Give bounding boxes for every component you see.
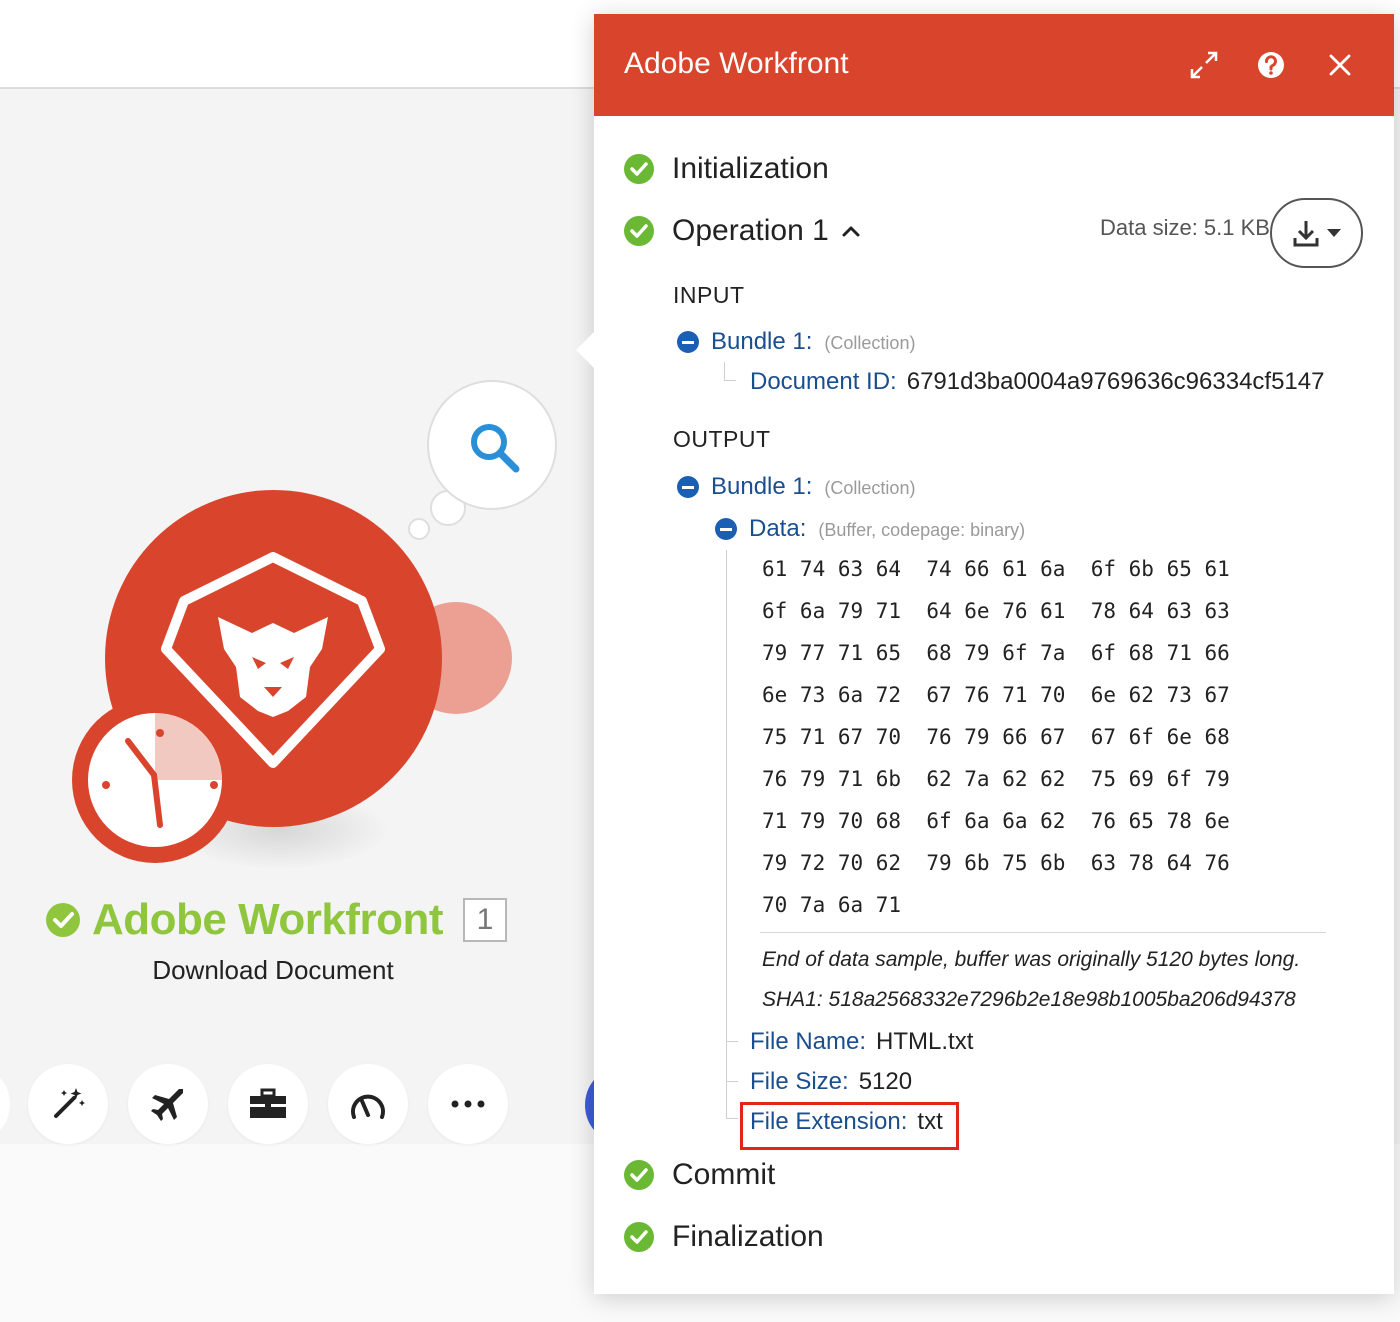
stage-label: Finalization (672, 1220, 824, 1253)
field-document-id: Document ID: 6791d3ba0004a9769636c96334c… (750, 368, 1324, 396)
check-circle-icon (624, 216, 654, 246)
field-value: 5120 (858, 1068, 913, 1095)
clock-face (88, 713, 222, 847)
stage-label: Commit (672, 1158, 776, 1191)
data-type: (Buffer, codepage: binary) (818, 520, 1026, 540)
hex-line: 75 71 67 70 76 79 66 67 67 6f 6e 68 (762, 725, 1230, 749)
stage-label: Operation 1 (672, 214, 829, 247)
hex-line: 79 77 71 65 68 79 6f 7a 6f 68 71 66 (762, 641, 1230, 665)
data-sample-note: End of data sample, buffer was originall… (762, 948, 1301, 971)
bundle-type: (Collection) (824, 333, 916, 353)
field-key: File Size: (750, 1068, 849, 1095)
execution-inspector-panel: Adobe Workfront Initialization Operation… (576, 14, 1394, 1294)
check-circle-icon (624, 1222, 654, 1252)
toolbox-button[interactable] (228, 1064, 308, 1144)
bundle-type: (Collection) (824, 478, 916, 498)
magic-wand-button[interactable] (28, 1064, 108, 1144)
hex-line: 71 79 70 68 6f 6a 6a 62 76 65 78 6e (762, 809, 1230, 833)
input-heading: INPUT (673, 282, 745, 308)
chevron-up-icon[interactable] (841, 224, 861, 238)
module-subtitle: Download Document (152, 955, 394, 985)
tree-line (724, 362, 725, 380)
collapse-icon[interactable] (677, 331, 699, 353)
help-icon (1258, 52, 1284, 78)
tree-line (726, 1041, 738, 1042)
input-bundle[interactable]: Bundle 1: (Collection) (677, 328, 915, 356)
module-id-badge: 1 (463, 898, 507, 942)
output-heading: OUTPUT (673, 426, 771, 452)
field-key: Data: (749, 515, 807, 542)
download-icon (1293, 221, 1318, 247)
airplane-icon (151, 1089, 183, 1121)
field-file-name: File Name: HTML.txt (750, 1028, 973, 1056)
data-sha1-note: SHA1: 518a2568332e7296b2e18e98b1005ba206… (762, 988, 1296, 1011)
stage-finalization[interactable]: Finalization (624, 1220, 824, 1254)
tree-line (726, 550, 727, 1118)
tree-line (726, 1118, 738, 1119)
tree-line (724, 380, 736, 381)
clock-icon (102, 713, 222, 828)
check-circle-icon (624, 154, 654, 184)
data-size-label: Data size: 5.1 KB (1100, 215, 1270, 240)
bundle-label: Bundle 1: (711, 328, 813, 355)
field-file-size: File Size: 5120 (750, 1068, 912, 1096)
panel-pointer (576, 332, 594, 368)
more-icon (451, 1100, 485, 1108)
field-value: HTML.txt (876, 1028, 974, 1055)
caret-down-icon (1326, 229, 1341, 237)
field-key: File Name: (750, 1028, 867, 1055)
gauge-button[interactable] (328, 1064, 408, 1144)
thought-bubble-small (408, 518, 430, 540)
bundle-label: Bundle 1: (711, 473, 813, 500)
collapse-icon[interactable] (677, 476, 699, 498)
highlight-box (740, 1102, 959, 1150)
check-circle-icon (46, 903, 80, 937)
module-title[interactable]: Adobe Workfront (92, 895, 444, 945)
hex-line: 70 7a 6a 71 (762, 893, 902, 917)
expand-icon (1190, 51, 1218, 79)
more-button[interactable] (428, 1064, 508, 1144)
inspector-bubble[interactable] (427, 380, 557, 510)
close-icon (1329, 54, 1351, 76)
hex-line: 76 79 71 6b 62 7a 62 62 75 69 6f 79 (762, 767, 1230, 791)
stage-label: Initialization (672, 152, 829, 185)
hex-line: 61 74 63 64 74 66 61 6a 6f 6b 65 61 (762, 557, 1230, 581)
output-data-field[interactable]: Data: (Buffer, codepage: binary) (715, 515, 1025, 543)
download-dropdown-button[interactable] (1270, 198, 1363, 268)
check-circle-icon (624, 1160, 654, 1190)
airplane-button[interactable] (128, 1064, 208, 1144)
help-button[interactable] (1253, 47, 1289, 83)
close-button[interactable] (1322, 47, 1358, 83)
magic-wand-icon (54, 1088, 85, 1118)
stage-operation[interactable]: Operation 1 (624, 214, 861, 248)
stage-commit[interactable]: Commit (624, 1158, 775, 1192)
expand-button[interactable] (1186, 47, 1222, 83)
field-key: Document ID: (750, 368, 897, 395)
collapse-icon[interactable] (715, 518, 737, 540)
search-icon (471, 424, 520, 473)
tree-line (726, 1081, 738, 1082)
panel-header: Adobe Workfront (594, 14, 1394, 116)
hex-line: 6e 73 6a 72 67 76 71 70 6e 62 73 67 (762, 683, 1230, 707)
toolbox-icon (250, 1088, 286, 1118)
schedule-clock[interactable] (72, 697, 238, 863)
module-title-row: Adobe Workfront 1 (46, 893, 507, 947)
panel-title: Adobe Workfront (624, 47, 849, 80)
hex-line: 6f 6a 79 71 64 6e 76 61 78 64 63 63 (762, 599, 1230, 623)
hex-line: 79 72 70 62 79 6b 75 6b 63 78 64 76 (762, 851, 1230, 875)
gauge-icon (351, 1094, 385, 1119)
data-separator (760, 932, 1326, 933)
field-value: 6791d3ba0004a9769636c96334cf5147 (906, 368, 1325, 395)
stage-initialization[interactable]: Initialization (624, 152, 829, 186)
output-bundle[interactable]: Bundle 1: (Collection) (677, 473, 915, 501)
